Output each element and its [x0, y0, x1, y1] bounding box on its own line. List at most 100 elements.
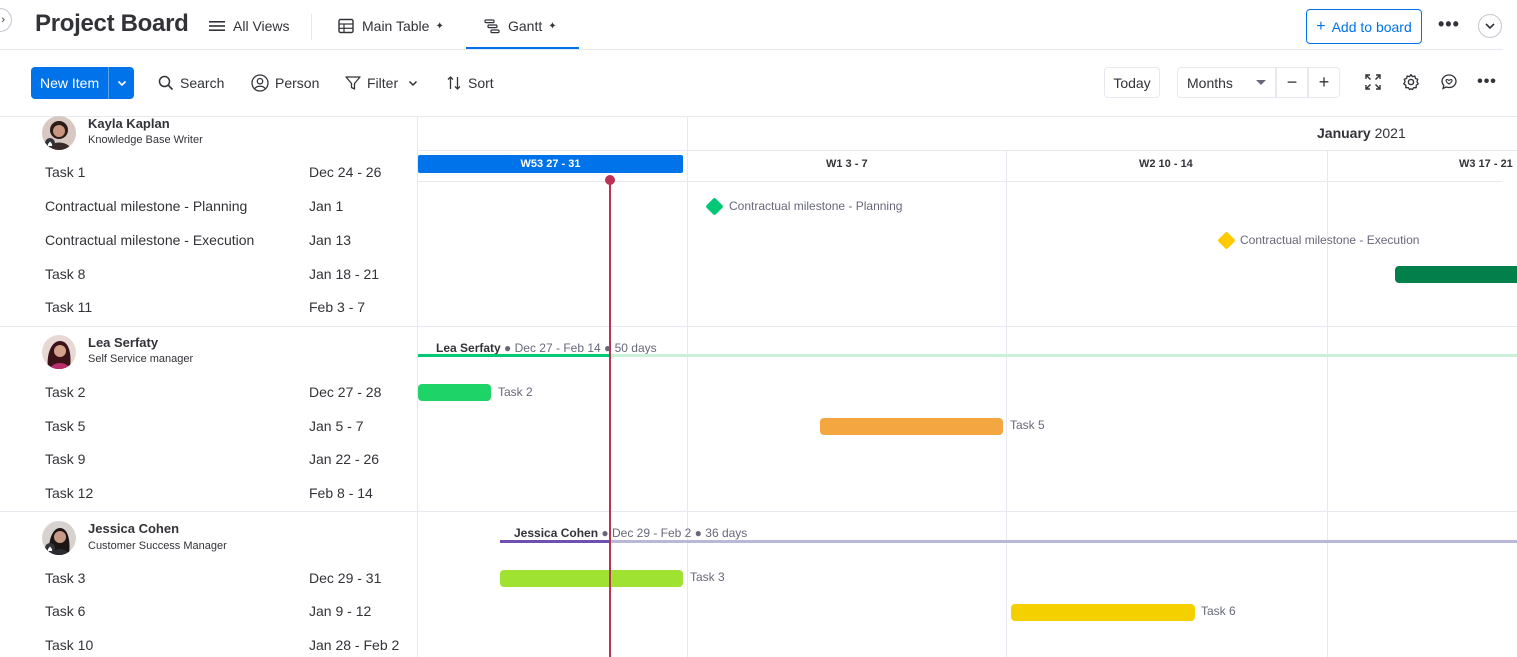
owner-role: Customer Success Manager [88, 540, 227, 552]
tab-label: Main Table [362, 18, 430, 34]
menu-icon [209, 21, 225, 31]
tab-all-views[interactable]: All Views [209, 14, 290, 38]
table-row[interactable]: Task 6 Jan 9 - 12 [0, 594, 417, 628]
person-icon [251, 74, 269, 92]
task-name: Task 9 [45, 451, 86, 467]
gear-icon[interactable] [1400, 71, 1422, 93]
gantt-bar-task-8[interactable] [1395, 266, 1517, 283]
week-label: W1 3 - 7 [826, 158, 868, 170]
task-dates: Jan 5 - 7 [309, 418, 364, 434]
toolbar-divider [0, 116, 1517, 117]
group-divider [0, 511, 1517, 512]
gantt-bar-task-6[interactable] [1011, 604, 1195, 621]
gantt-bar-task-5[interactable] [820, 418, 1003, 435]
pin-icon[interactable]: ✦ [548, 21, 556, 32]
today-marker-dot [605, 175, 615, 185]
zoom-out-button[interactable]: − [1276, 67, 1308, 98]
table-row[interactable]: Contractual milestone - Planning Jan 1 [0, 189, 417, 223]
filter-icon [345, 76, 361, 90]
new-item-label: New Item [40, 75, 100, 91]
tab-label: All Views [233, 18, 290, 34]
milestone-marker[interactable] [1217, 231, 1236, 250]
search-label: Search [180, 75, 225, 91]
table-row[interactable]: Task 5 Jan 5 - 7 [0, 409, 417, 443]
month-label: January 2021 [1317, 125, 1406, 141]
gantt-bar-label: Task 5 [1010, 418, 1045, 432]
sort-label: Sort [468, 75, 494, 91]
task-dates: Jan 13 [309, 232, 352, 248]
month-name: January [1317, 125, 1371, 141]
person-filter-button[interactable]: Person [251, 70, 319, 96]
add-to-board-button[interactable]: + Add to board [1306, 9, 1422, 44]
owner-role: Self Service manager [88, 353, 194, 365]
week-label-current: W53 27 - 31 [418, 155, 683, 173]
sort-icon [447, 76, 461, 90]
avatar[interactable] [42, 521, 76, 555]
search-icon [158, 75, 174, 91]
more-options-icon[interactable]: ••• [1476, 71, 1498, 93]
month-divider [687, 117, 688, 657]
page-title: Project Board [35, 10, 189, 37]
milestone-label: Contractual milestone - Planning [729, 199, 903, 213]
sort-button[interactable]: Sort [446, 70, 494, 96]
week-label: W3 17 - 21 [1459, 158, 1513, 170]
fullscreen-icon[interactable] [1362, 71, 1384, 93]
week-divider [1006, 150, 1007, 657]
task-dates: Jan 22 - 26 [309, 451, 380, 467]
group-span-track [610, 354, 1517, 357]
task-dates: Jan 28 - Feb 2 [309, 637, 400, 653]
gantt-bar-task-2[interactable] [418, 384, 491, 401]
pin-icon[interactable]: ✦ [435, 21, 443, 32]
filter-button[interactable]: Filter [345, 70, 424, 96]
group-span-track [610, 540, 1517, 543]
group-divider [0, 326, 1517, 327]
table-row[interactable]: Contractual milestone - Execution Jan 13 [0, 223, 417, 257]
group-summary: Lea Serfaty ● Dec 27 - Feb 14 ● 50 days [436, 341, 657, 355]
week-label: W2 10 - 14 [1139, 158, 1193, 170]
avatar[interactable] [42, 116, 76, 150]
group-summary-range: ● Dec 27 - Feb 14 ● [504, 341, 612, 355]
task-name: Contractual milestone - Execution [45, 232, 255, 248]
zoom-in-button[interactable]: + [1308, 67, 1340, 98]
table-row[interactable]: Task 11 Feb 3 - 7 [0, 290, 417, 324]
milestone-marker[interactable] [705, 197, 724, 216]
table-row[interactable]: Task 3 Dec 29 - 31 [0, 561, 417, 595]
task-name: Task 8 [45, 266, 86, 282]
collapse-header-button[interactable] [1478, 14, 1502, 38]
chevron-right-icon: › [1, 14, 5, 26]
task-dates: Dec 29 - 31 [309, 570, 382, 586]
group-progress-track [500, 540, 610, 543]
time-scale-select[interactable]: Months [1177, 67, 1276, 98]
chevron-down-icon[interactable] [408, 80, 418, 87]
new-item-dropdown[interactable] [108, 67, 134, 99]
gantt-bar-label: Task 3 [690, 570, 725, 584]
task-dates: Feb 3 - 7 [309, 299, 366, 315]
more-options-icon[interactable]: ••• [1438, 14, 1460, 35]
group-summary-days: 36 days [705, 526, 748, 540]
task-dates: Jan 9 - 12 [309, 603, 372, 619]
table-row[interactable]: Task 8 Jan 18 - 21 [0, 257, 417, 291]
person-label: Person [275, 75, 320, 91]
gantt-bar-task-3[interactable] [500, 570, 683, 587]
milestone-label: Contractual milestone - Execution [1240, 233, 1420, 247]
task-name: Task 6 [45, 603, 86, 619]
add-to-board-label: Add to board [1331, 18, 1412, 35]
feedback-icon[interactable] [1438, 71, 1460, 93]
collapse-sidebar-button[interactable]: › [0, 8, 12, 32]
task-dates: Jan 18 - 21 [309, 266, 380, 282]
table-row[interactable]: Task 12 Feb 8 - 14 [0, 476, 417, 510]
avatar[interactable] [42, 335, 76, 369]
plus-icon: + [1316, 17, 1326, 35]
today-button[interactable]: Today [1104, 67, 1160, 98]
task-name: Task 2 [45, 384, 86, 400]
table-row[interactable]: Task 2 Dec 27 - 28 [0, 375, 417, 409]
new-item-button[interactable]: New Item [31, 67, 134, 99]
table-row[interactable]: Task 1 Dec 24 - 26 [0, 155, 417, 189]
search-button[interactable]: Search [158, 70, 224, 96]
table-row[interactable]: Task 9 Jan 22 - 26 [0, 442, 417, 476]
caret-down-icon [1256, 80, 1266, 85]
tab-main-table[interactable]: Main Table ✦ [338, 14, 444, 38]
tab-gantt[interactable]: Gantt ✦ [484, 14, 557, 38]
group-summary-name: Lea Serfaty [436, 341, 501, 355]
table-row[interactable]: Task 10 Jan 28 - Feb 2 [0, 628, 417, 657]
